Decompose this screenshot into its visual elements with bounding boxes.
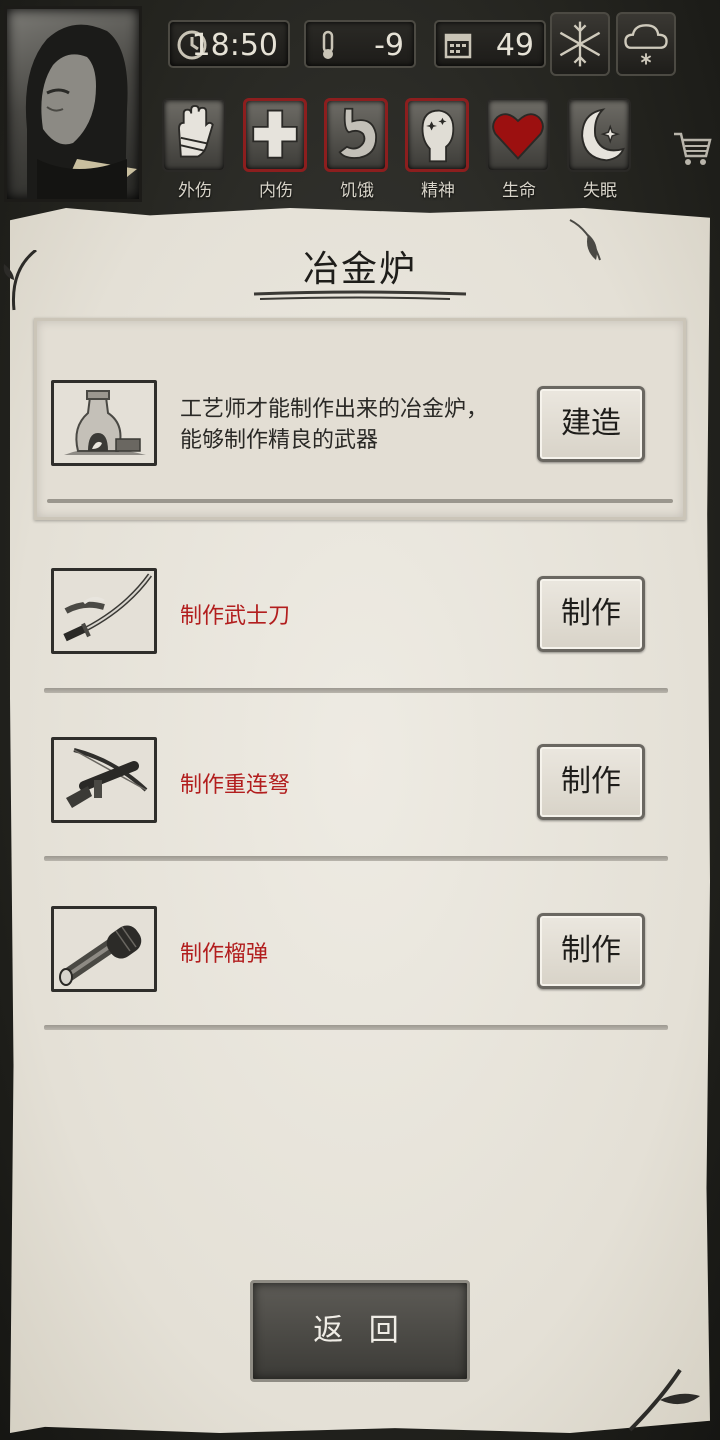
thermometer-icon: [322, 30, 334, 59]
status-tile: [567, 98, 631, 172]
stomach-icon: [338, 107, 377, 159]
recipe-label: 制作武士刀: [180, 604, 291, 629]
status-label: 内伤: [259, 181, 293, 201]
craft-button[interactable]: 制作: [537, 744, 645, 820]
status-tile: [405, 98, 469, 172]
status-label: 生命: [502, 181, 536, 201]
head-stars-icon: [421, 109, 455, 163]
time-value: 18:50: [191, 28, 278, 63]
recipe-label: 制作榴弹: [180, 942, 269, 967]
time-display: 18:50: [168, 20, 290, 68]
status-label: 精神: [421, 181, 455, 201]
cart-icon[interactable]: [672, 128, 712, 168]
vine-decoration-icon: [628, 1368, 700, 1432]
recipe-thumbnail: [51, 737, 157, 823]
bandaged-hand-icon: [178, 104, 214, 158]
card-divider: [47, 499, 673, 503]
day-counter: 49: [434, 20, 546, 68]
snowflake-icon: [559, 21, 601, 67]
temperature-display: -9: [304, 20, 416, 68]
recipe-label: 制作重连弩: [180, 773, 291, 798]
status-insomnia[interactable]: 失眠: [567, 98, 633, 201]
grenade-icon: [59, 925, 142, 986]
status-label: 外伤: [178, 181, 212, 201]
craft-button[interactable]: 制作: [537, 576, 645, 652]
snow-cloud-icon: [624, 24, 668, 65]
row-divider: [44, 856, 668, 861]
character-portrait[interactable]: [4, 6, 142, 202]
moon-star-icon: [581, 108, 625, 162]
description-line: 工艺师才能制作出来的冶金炉，: [180, 397, 489, 422]
medical-cross-icon: [252, 109, 298, 159]
status-label: 饥饿: [340, 181, 374, 201]
katana-icon: [63, 573, 153, 642]
title-underline: [253, 290, 467, 300]
status-external-injury[interactable]: 外伤: [162, 98, 228, 201]
temperature-value: -9: [374, 28, 404, 63]
status-mental[interactable]: 精神: [405, 98, 471, 201]
panel-title: 冶金炉: [302, 249, 417, 290]
back-button[interactable]: 返 回: [250, 1280, 470, 1382]
status-tile: [243, 98, 307, 172]
calendar-icon: [444, 33, 472, 59]
status-tile: [324, 98, 388, 172]
status-hunger[interactable]: 饥饿: [324, 98, 390, 201]
status-label: 失眠: [583, 181, 617, 201]
row-divider: [44, 688, 668, 693]
furnace-icon: [64, 390, 146, 455]
recipe-thumbnail: [51, 906, 157, 992]
heart-icon: [492, 113, 544, 160]
recipe-thumbnail: [51, 568, 157, 654]
facility-description: 工艺师才能制作出来的冶金炉， 能够制作精良的武器: [180, 394, 520, 456]
weather-forecast-button[interactable]: [616, 12, 676, 76]
status-health[interactable]: 生命: [486, 98, 552, 201]
status-tile: [162, 98, 226, 172]
build-button[interactable]: 建造: [537, 386, 645, 462]
snowflake-weather-button[interactable]: [550, 12, 610, 76]
status-tile: [486, 98, 550, 172]
row-divider: [44, 1025, 668, 1030]
crossbow-icon: [66, 748, 148, 808]
furnace-thumbnail: [51, 380, 157, 466]
craft-button[interactable]: 制作: [537, 913, 645, 989]
description-line: 能够制作精良的武器: [180, 428, 379, 453]
day-value: 49: [495, 28, 534, 63]
status-internal-injury[interactable]: 内伤: [243, 98, 309, 201]
